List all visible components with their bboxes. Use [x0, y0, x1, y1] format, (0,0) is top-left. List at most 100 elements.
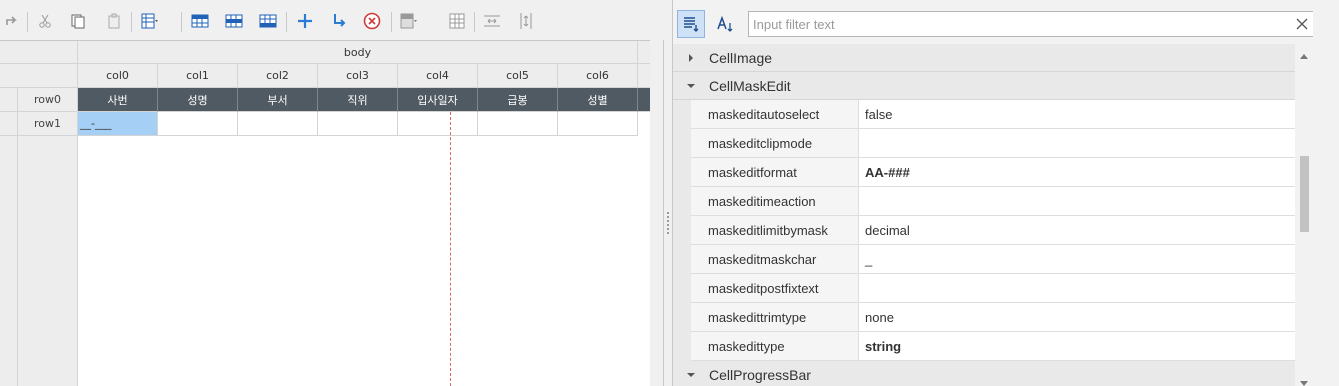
collapse-icon[interactable] [673, 371, 709, 379]
header-filler [638, 41, 650, 64]
clear-icon[interactable] [1290, 12, 1314, 36]
grid-cell[interactable] [558, 112, 638, 136]
sort-category-icon[interactable] [677, 10, 705, 38]
copy-icon[interactable] [68, 11, 88, 31]
column-layout-icon[interactable] [140, 11, 160, 31]
designer-toolbar [0, 0, 664, 40]
expand-icon[interactable] [673, 53, 709, 62]
cut-icon[interactable] [35, 11, 55, 31]
grid-cell[interactable] [158, 112, 238, 136]
properties-toolbar [673, 0, 1339, 44]
property-name: maskedittype [691, 332, 859, 360]
toolbar-separator [286, 12, 287, 32]
property-row[interactable]: maskeditpostfixtext [691, 274, 1295, 303]
grid-cell[interactable]: 입사일자 [398, 88, 478, 112]
grid-cell[interactable] [398, 112, 478, 136]
property-row[interactable]: maskeditclipmode [691, 129, 1295, 158]
grid-cell[interactable]: 사번 [78, 88, 158, 112]
property-row[interactable]: maskeditautoselect false [691, 100, 1295, 129]
grid-format-editor: body col0 col1 col2 col3 col4 col5 col6 … [0, 40, 650, 386]
category-label: CellMaskEdit [709, 77, 791, 94]
filter-box [748, 11, 1315, 37]
property-value[interactable] [859, 129, 1295, 157]
column-header-col3[interactable]: col3 [318, 64, 398, 88]
corner-cell [0, 64, 78, 88]
grid-icon[interactable] [447, 11, 467, 31]
category-label: CellImage [709, 49, 773, 66]
add-child-icon[interactable] [329, 11, 349, 31]
column-header-col4[interactable]: col4 [398, 64, 478, 88]
delete-icon[interactable] [362, 11, 382, 31]
corner-cell [0, 41, 78, 64]
property-row[interactable]: maskedittrimtype none [691, 303, 1295, 332]
insert-row-above-icon[interactable] [190, 11, 210, 31]
property-row[interactable]: maskeditmaskchar _ [691, 245, 1295, 274]
insert-row-icon[interactable] [224, 11, 244, 31]
property-scrollbar[interactable] [1295, 44, 1313, 386]
grid-cell[interactable]: 직위 [318, 88, 398, 112]
property-value[interactable]: string [859, 332, 1295, 360]
row-filler [638, 88, 650, 112]
mask-edit-cell[interactable]: __-___ [78, 112, 158, 136]
collapse-icon[interactable] [673, 82, 709, 90]
property-name: maskeditlimitbymask [691, 216, 859, 244]
category-cellimage[interactable]: CellImage [673, 44, 1295, 72]
grid-cell[interactable]: 부서 [238, 88, 318, 112]
property-name: maskedittrimtype [691, 303, 859, 331]
property-value[interactable]: false [859, 100, 1295, 128]
paste-icon[interactable] [104, 11, 124, 31]
grid-cell[interactable] [238, 112, 318, 136]
right-margin [1313, 0, 1339, 386]
grid-cell[interactable]: 성별 [558, 88, 638, 112]
scroll-down-icon[interactable] [1300, 376, 1308, 386]
property-value[interactable]: _ [859, 245, 1295, 273]
band-header-body[interactable]: body [78, 41, 638, 64]
property-value[interactable]: AA-### [859, 158, 1295, 186]
pane-splitter[interactable] [664, 0, 672, 386]
redo-icon[interactable] [1, 11, 21, 31]
column-header-col5[interactable]: col5 [478, 64, 558, 88]
grid-cell[interactable]: 급봉 [478, 88, 558, 112]
toolbar-separator [391, 12, 392, 32]
add-icon[interactable] [295, 11, 315, 31]
col-resize-icon[interactable] [482, 11, 502, 31]
category-label: CellProgressBar [709, 366, 811, 383]
grid-cell[interactable]: 성명 [158, 88, 238, 112]
property-row[interactable]: maskeditlimitbymask decimal [691, 216, 1295, 245]
category-cellmaskedit[interactable]: CellMaskEdit [673, 72, 1295, 100]
splitter-grip [667, 212, 669, 234]
row-resize-icon[interactable] [516, 11, 536, 31]
merge-cells-icon[interactable] [399, 11, 419, 31]
column-header-col6[interactable]: col6 [558, 64, 638, 88]
row-indicator [0, 112, 18, 136]
column-header-col2[interactable]: col2 [238, 64, 318, 88]
properties-pane: CellImage CellMaskEdit maskeditautoselec… [672, 0, 1339, 386]
filter-input[interactable] [753, 16, 1290, 32]
grid-designer-pane: body col0 col1 col2 col3 col4 col5 col6 … [0, 0, 664, 386]
property-value[interactable]: none [859, 303, 1295, 331]
row-indicator-column [0, 136, 18, 386]
row-header-row1[interactable]: row1 [18, 112, 78, 136]
property-value[interactable] [859, 187, 1295, 215]
sort-alpha-icon[interactable] [711, 10, 739, 38]
grid-cell[interactable] [478, 112, 558, 136]
property-name: maskeditclipmode [691, 129, 859, 157]
row-indicator [0, 88, 18, 112]
row-header-column [18, 136, 78, 386]
row-header-row0[interactable]: row0 [18, 88, 78, 112]
property-value[interactable] [859, 274, 1295, 302]
column-header-col0[interactable]: col0 [78, 64, 158, 88]
property-name: maskeditpostfixtext [691, 274, 859, 302]
property-row[interactable]: maskedittype string [691, 332, 1295, 361]
property-row[interactable]: maskeditformat AA-### [691, 158, 1295, 187]
toolbar-separator [27, 12, 28, 32]
scroll-up-icon[interactable] [1300, 48, 1308, 62]
insert-row-below-icon[interactable] [258, 11, 278, 31]
category-cellprogressbar[interactable]: CellProgressBar [673, 361, 1295, 386]
property-value[interactable]: decimal [859, 216, 1295, 244]
column-header-col1[interactable]: col1 [158, 64, 238, 88]
scrollbar-thumb[interactable] [1300, 156, 1309, 232]
property-name: maskeditmaskchar [691, 245, 859, 273]
property-row[interactable]: maskeditimeaction [691, 187, 1295, 216]
grid-cell[interactable] [318, 112, 398, 136]
